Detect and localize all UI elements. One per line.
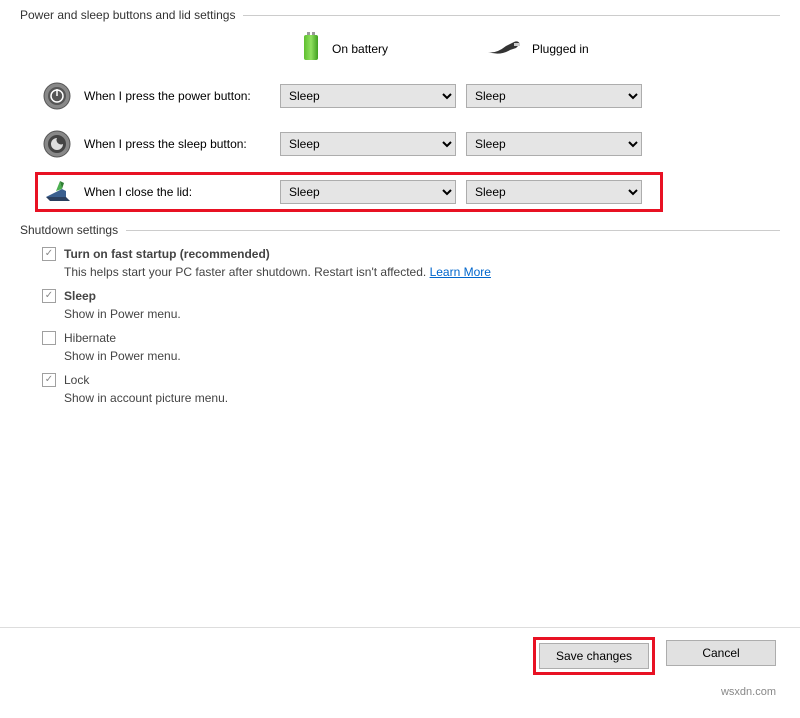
- fast-startup-checkbox[interactable]: ✓: [42, 247, 56, 261]
- cancel-button[interactable]: Cancel: [666, 640, 776, 666]
- hibernate-desc: Show in Power menu.: [64, 349, 780, 363]
- lock-checkbox[interactable]: ✓: [42, 373, 56, 387]
- fast-startup-desc: This helps start your PC faster after sh…: [64, 265, 780, 279]
- plug-icon: [486, 38, 522, 59]
- sleep-button-plugged-select[interactable]: Sleep: [466, 132, 642, 156]
- section-title-power: Power and sleep buttons and lid settings: [20, 8, 780, 22]
- section-title-shutdown: Shutdown settings: [20, 223, 780, 237]
- fast-startup-item: ✓ Turn on fast startup (recommended) Thi…: [42, 247, 780, 279]
- columns-header: On battery Plugged in: [300, 32, 780, 65]
- fast-startup-title: Turn on fast startup (recommended): [64, 247, 270, 261]
- row-lid-label: When I close the lid:: [84, 185, 280, 199]
- power-button-plugged-select[interactable]: Sleep: [466, 84, 642, 108]
- power-button-battery-select[interactable]: Sleep: [280, 84, 456, 108]
- hibernate-checkbox[interactable]: [42, 331, 56, 345]
- lid-plugged-select[interactable]: Sleep: [466, 180, 642, 204]
- sleep-item: ✓ Sleep Show in Power menu.: [42, 289, 780, 321]
- lid-battery-select[interactable]: Sleep: [280, 180, 456, 204]
- hibernate-title: Hibernate: [64, 331, 116, 345]
- lid-icon: [42, 177, 72, 207]
- learn-more-link[interactable]: Learn More: [430, 265, 491, 279]
- row-power-button: When I press the power button: Sleep Sle…: [20, 79, 780, 113]
- sleep-button-icon: [42, 129, 72, 159]
- sleep-desc: Show in Power menu.: [64, 307, 780, 321]
- watermark: wsxdn.com: [721, 686, 776, 698]
- hibernate-item: Hibernate Show in Power menu.: [42, 331, 780, 363]
- row-sleep-label: When I press the sleep button:: [84, 137, 280, 151]
- sleep-button-battery-select[interactable]: Sleep: [280, 132, 456, 156]
- power-button-icon: [42, 81, 72, 111]
- col-plugged-label: Plugged in: [532, 42, 589, 56]
- lock-title: Lock: [64, 373, 89, 387]
- sleep-title: Sleep: [64, 289, 96, 303]
- battery-icon: [300, 32, 322, 65]
- footer: Save changes Cancel: [0, 627, 800, 672]
- row-close-lid: When I close the lid: Sleep Sleep: [38, 175, 660, 209]
- lock-desc: Show in account picture menu.: [64, 391, 780, 405]
- col-battery-label: On battery: [332, 42, 388, 56]
- sleep-checkbox[interactable]: ✓: [42, 289, 56, 303]
- row-power-label: When I press the power button:: [84, 89, 280, 103]
- lock-item: ✓ Lock Show in account picture menu.: [42, 373, 780, 405]
- save-button[interactable]: Save changes: [539, 643, 649, 669]
- row-sleep-button: When I press the sleep button: Sleep Sle…: [20, 127, 780, 161]
